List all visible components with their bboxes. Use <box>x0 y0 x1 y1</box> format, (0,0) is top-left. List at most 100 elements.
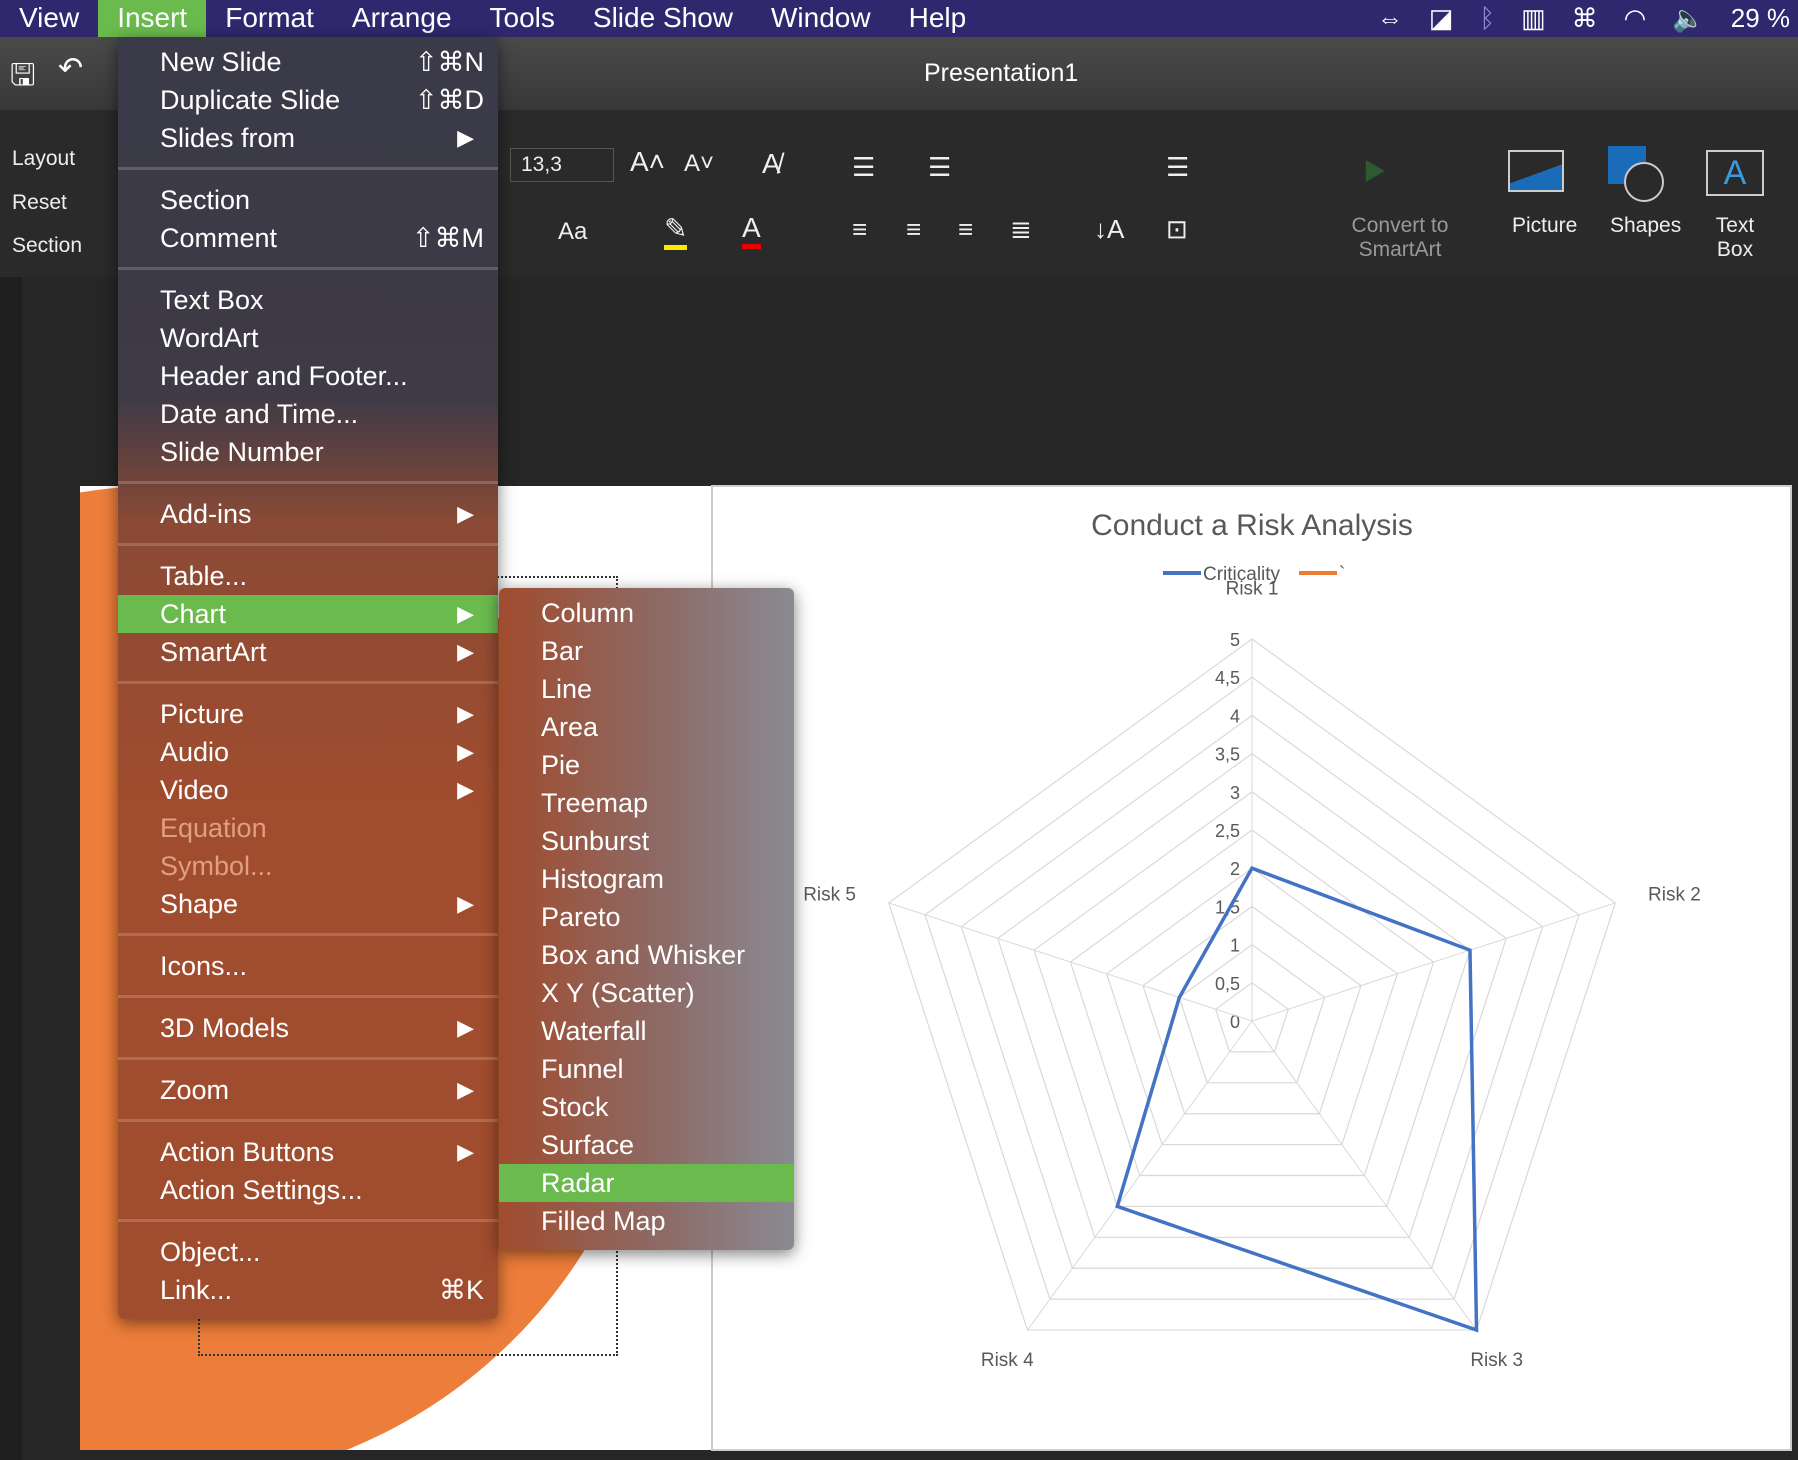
menu-item-label: Table... <box>160 561 248 591</box>
menu-item-chart[interactable]: Chart ▶ <box>118 595 498 633</box>
menu-separator <box>118 985 498 1009</box>
menu-item-table[interactable]: Table... <box>118 557 498 595</box>
grow-font-icon[interactable]: A˄ <box>630 146 665 178</box>
submenu-arrow-icon: ▶ <box>457 501 474 526</box>
menu-item-date-and-time[interactable]: Date and Time... <box>118 395 498 433</box>
clear-format-icon[interactable]: A̸ <box>762 148 781 180</box>
app-icon[interactable]: ◪ <box>1429 3 1454 34</box>
menu-item-shape[interactable]: Shape ▶ <box>118 885 498 923</box>
menu-item-comment[interactable]: Comment ⇧⌘M <box>118 219 498 257</box>
tick-label: 3 <box>1230 783 1240 803</box>
menu-item-header-and-footer[interactable]: Header and Footer... <box>118 357 498 395</box>
chart-type-surface[interactable]: Surface <box>499 1126 794 1164</box>
wifi-icon[interactable]: ◠ <box>1624 3 1647 34</box>
chart-type-pie[interactable]: Pie <box>499 746 794 784</box>
keyboard-icon[interactable]: ▥ <box>1521 3 1546 34</box>
chart-type-area[interactable]: Area <box>499 708 794 746</box>
radar-chart[interactable]: 0 0,5 1 1,5 2 2,5 3 3,5 4 4,5 5 Risk 1 Risk 2 Risk 3R… <box>711 485 1792 1451</box>
menu-item-link[interactable]: Link... ⌘K <box>118 1271 498 1309</box>
menu-help[interactable]: Help <box>890 0 986 37</box>
menu-slide-show[interactable]: Slide Show <box>574 0 752 37</box>
menu-separator <box>118 157 498 181</box>
menu-item-label: Shape <box>160 889 239 919</box>
menu-item-label: Picture <box>160 699 245 729</box>
menu-format[interactable]: Format <box>206 0 333 37</box>
menu-item-slide-number[interactable]: Slide Number <box>118 433 498 471</box>
menu-tools[interactable]: Tools <box>471 0 574 37</box>
chart-type-radar[interactable]: Radar <box>499 1164 794 1202</box>
shapes-button[interactable]: Shapes <box>1610 214 1681 238</box>
save-icon[interactable]: 🖫 <box>10 53 36 104</box>
section-button[interactable]: Section <box>12 234 82 258</box>
menu-window[interactable]: Window <box>752 0 890 37</box>
smartart-icon[interactable]: ⯈ <box>1358 152 1390 197</box>
picture-button[interactable]: Picture <box>1512 214 1577 238</box>
menu-item-section[interactable]: Section <box>118 181 498 219</box>
menu-item-text-box[interactable]: Text Box <box>118 281 498 319</box>
align-center-icon[interactable]: ≡ <box>906 214 921 245</box>
chart-type-stock[interactable]: Stock <box>499 1088 794 1126</box>
numbering-icon[interactable]: ☰ <box>928 152 951 183</box>
menu-view[interactable]: View <box>0 0 98 37</box>
convert-smartart-button[interactable]: Convert to SmartArt <box>1340 214 1460 262</box>
reset-button[interactable]: Reset <box>12 191 67 215</box>
chart-type-column[interactable]: Column <box>499 594 794 632</box>
legend-entry: Criticality <box>1203 564 1281 585</box>
menu-item-action-settings[interactable]: Action Settings... <box>118 1171 498 1209</box>
menu-item-wordart[interactable]: WordArt <box>118 319 498 357</box>
bullets-icon[interactable]: ☰ <box>852 152 875 183</box>
justify-icon[interactable]: ≣ <box>1010 214 1032 245</box>
menu-item-icons[interactable]: Icons... <box>118 947 498 985</box>
submenu-arrow-icon: ▶ <box>457 1015 474 1040</box>
menu-item-action-buttons[interactable]: Action Buttons ▶ <box>118 1133 498 1171</box>
highlight-icon[interactable]: ✎ <box>664 212 688 250</box>
line-spacing-icon[interactable]: ☰ <box>1166 152 1189 183</box>
picture-icon[interactable] <box>1508 150 1564 192</box>
chart-type-sunburst[interactable]: Sunburst <box>499 822 794 860</box>
menu-item-new-slide[interactable]: New Slide ⇧⌘N <box>118 43 498 81</box>
menu-item-duplicate-slide[interactable]: Duplicate Slide ⇧⌘D <box>118 81 498 119</box>
layout-button[interactable]: Layout <box>12 147 75 171</box>
text-direction-icon[interactable]: ↓A <box>1094 214 1124 245</box>
chart-type-filled-map[interactable]: Filled Map <box>499 1202 794 1240</box>
textbox-button[interactable]: Text Box <box>1710 214 1760 262</box>
volume-icon[interactable]: 🔈 <box>1672 3 1704 34</box>
command-icon[interactable]: ⌘ <box>1572 3 1598 34</box>
menu-item-object[interactable]: Object... <box>118 1233 498 1271</box>
font-color-icon[interactable]: A <box>742 212 761 249</box>
chart-title: Conduct a Risk Analysis <box>1091 509 1413 542</box>
textbox-icon[interactable]: A <box>1706 150 1764 196</box>
chart-type-bar[interactable]: Bar <box>499 632 794 670</box>
menu-item-add-ins[interactable]: Add-ins ▶ <box>118 495 498 533</box>
menu-item-picture[interactable]: Picture ▶ <box>118 695 498 733</box>
chart-type-x-y-scatter[interactable]: X Y (Scatter) <box>499 974 794 1012</box>
menu-item-3d-models[interactable]: 3D Models ▶ <box>118 1009 498 1047</box>
battery-text[interactable]: 29 % <box>1731 3 1790 34</box>
font-size-select[interactable]: 13,3 <box>510 148 614 182</box>
undo-icon[interactable]: ↶ <box>58 51 83 86</box>
bluetooth-icon[interactable]: ᛒ <box>1479 3 1495 34</box>
align-left-icon[interactable]: ≡ <box>852 214 867 245</box>
menu-arrange[interactable]: Arrange <box>333 0 471 37</box>
shrink-font-icon[interactable]: A˅ <box>684 150 714 178</box>
align-right-icon[interactable]: ≡ <box>958 214 973 245</box>
chart-type-funnel[interactable]: Funnel <box>499 1050 794 1088</box>
chart-type-line[interactable]: Line <box>499 670 794 708</box>
tick-label: 4,5 <box>1215 668 1240 688</box>
menu-insert[interactable]: Insert <box>98 0 207 37</box>
chart-type-box-and-whisker[interactable]: Box and Whisker <box>499 936 794 974</box>
menu-item-zoom[interactable]: Zoom ▶ <box>118 1071 498 1109</box>
tick-label: 0,5 <box>1215 974 1240 994</box>
menu-item-video[interactable]: Video ▶ <box>118 771 498 809</box>
teamviewer-icon[interactable]: ⇔ <box>1377 3 1403 34</box>
chart-type-waterfall[interactable]: Waterfall <box>499 1012 794 1050</box>
chart-type-treemap[interactable]: Treemap <box>499 784 794 822</box>
tick-label: 1 <box>1230 936 1240 956</box>
menu-item-slides-from[interactable]: Slides from ▶ <box>118 119 498 157</box>
change-case-button[interactable]: Aa <box>558 218 587 246</box>
chart-type-pareto[interactable]: Pareto <box>499 898 794 936</box>
chart-type-histogram[interactable]: Histogram <box>499 860 794 898</box>
menu-item-smartart[interactable]: SmartArt ▶ <box>118 633 498 671</box>
align-text-icon[interactable]: ⊡ <box>1166 214 1188 245</box>
menu-item-audio[interactable]: Audio ▶ <box>118 733 498 771</box>
